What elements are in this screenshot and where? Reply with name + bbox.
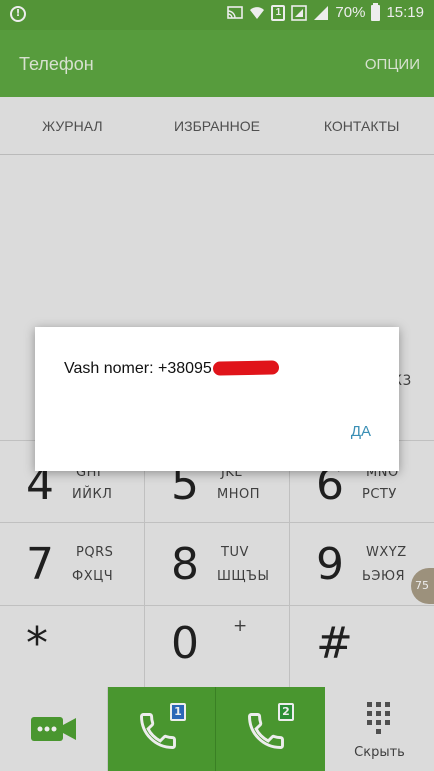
alert-dialog: Vash nomer: +38095 ДА <box>35 327 399 471</box>
dialog-message-text: Vash nomer: +38095 <box>64 360 212 377</box>
redaction-mark <box>212 360 279 376</box>
dialog-confirm-button[interactable]: ДА <box>351 423 371 440</box>
dialog-message: Vash nomer: +38095 <box>64 360 279 378</box>
